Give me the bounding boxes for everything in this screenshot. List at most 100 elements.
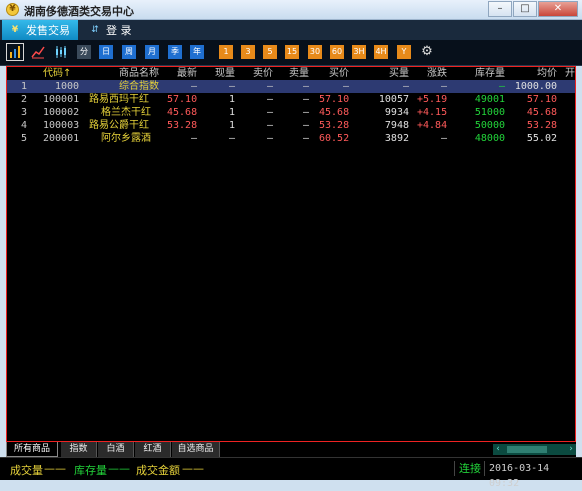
hour-button-3[interactable]: 3H: [352, 45, 366, 59]
minute-button-5[interactable]: 5: [263, 45, 277, 59]
bid-volume-cell: —: [402, 81, 409, 92]
tab-baijiu[interactable]: 白酒: [98, 442, 134, 457]
candlestick-button[interactable]: [54, 45, 68, 59]
minimize-button[interactable]: –: [488, 1, 512, 17]
hour-button-4[interactable]: 4H: [374, 45, 388, 59]
bar-chart-button[interactable]: [6, 43, 24, 61]
stock-cell: —: [498, 81, 505, 92]
tab-all-goods[interactable]: 所有商品: [6, 442, 58, 457]
ask-cell: —: [266, 120, 273, 131]
tab-label: 所有商品: [13, 444, 50, 454]
ask-cell: —: [266, 107, 273, 118]
volume-cell: —: [228, 133, 235, 144]
candlestick-icon: [56, 46, 66, 58]
col-bid[interactable]: 买价: [319, 67, 349, 80]
col-stock[interactable]: 库存量: [463, 67, 505, 80]
period-button-week[interactable]: 周: [122, 45, 136, 59]
col-name[interactable]: 商品名称: [119, 67, 159, 80]
scroll-right-icon[interactable]: ›: [566, 444, 576, 455]
col-ask[interactable]: 卖价: [245, 67, 273, 80]
minute-button-30[interactable]: 30: [308, 45, 322, 59]
period-button-year[interactable]: 年: [190, 45, 204, 59]
tab-trade[interactable]: ¥ 发售交易: [2, 20, 78, 40]
table-row[interactable]: 2 100001 路易西玛干红 57.10 1 — — 57.10 10057 …: [7, 93, 575, 106]
row-number: 5: [21, 133, 28, 144]
col-code[interactable]: 代码↑: [43, 67, 71, 80]
tab-index[interactable]: 指数: [61, 442, 97, 457]
horizontal-scrollbar[interactable]: ‹ ›: [493, 444, 576, 455]
bid-volume-cell: 3892: [384, 133, 409, 144]
minute-button-15[interactable]: 15: [285, 45, 299, 59]
minute-button-60[interactable]: 60: [330, 45, 344, 59]
bid-volume-cell: 7948: [384, 120, 409, 131]
row-number: 1: [21, 81, 28, 92]
change-cell: +4.15: [417, 107, 448, 118]
settings-button[interactable]: ⚙: [420, 45, 434, 59]
stock-cell: 48000: [474, 133, 505, 144]
datetime: 2016-03-14 09:32: [484, 461, 580, 489]
line-chart-icon: [31, 46, 45, 59]
period-label: 分: [80, 47, 88, 56]
ask-volume-cell: —: [302, 133, 309, 144]
title-bar: ¥ 湖南侈德酒类交易中心 – □ ✕: [0, 0, 582, 20]
row-number: 3: [21, 107, 28, 118]
minute-label: 3: [245, 47, 251, 56]
avg-cell: 45.68: [526, 107, 557, 118]
col-bid-volume[interactable]: 买量: [377, 67, 409, 80]
table-row[interactable]: 4 100003 路易公爵干红 53.28 1 — — 53.28 7948 +…: [7, 119, 575, 132]
stock-label: 库存量: [74, 464, 107, 477]
last-cell: 53.28: [167, 120, 198, 131]
gear-icon: ⚙: [421, 44, 433, 59]
code-cell: 200001: [43, 133, 80, 144]
table-header: 代码↑ 商品名称 最新 现量 卖价 卖量 买价 买量 涨跌 库存量 均价 开: [7, 67, 575, 80]
period-button-minute[interactable]: 分: [77, 45, 91, 59]
category-tabs: 所有商品 指数 白酒 红酒 自选商品 ‹ ›: [6, 442, 576, 457]
window-title: 湖南侈德酒类交易中心: [24, 5, 134, 18]
bar-chart-icon: [10, 46, 20, 58]
stock-cell: 51000: [474, 107, 505, 118]
stock-value: ——: [108, 462, 130, 475]
bid-volume-cell: 10057: [378, 94, 409, 105]
volume-cell: 1: [228, 120, 235, 131]
tab-red-wine[interactable]: 红酒: [135, 442, 171, 457]
row-number: 4: [21, 120, 28, 131]
code-cell: 100001: [43, 94, 80, 105]
period-button-month[interactable]: 月: [145, 45, 159, 59]
name-cell: 格兰杰干红: [101, 107, 151, 118]
period-label: 年: [193, 47, 201, 56]
scroll-thumb[interactable]: [507, 446, 547, 453]
table-row[interactable]: 5 200001 阿尔乡露酒 — — — — 60.52 3892 — 4800…: [7, 132, 575, 145]
period-button-day[interactable]: 日: [99, 45, 113, 59]
period-label: 日: [102, 47, 110, 56]
tab-favorites[interactable]: 自选商品: [172, 442, 220, 457]
col-ask-volume[interactable]: 卖量: [281, 67, 309, 80]
maximize-button[interactable]: □: [513, 1, 537, 17]
chart-toolbar: 分 日 周 月 季 年 1 3 5 15 30 60 3H 4H Y ⚙: [0, 40, 582, 66]
scroll-left-icon[interactable]: ‹: [493, 444, 503, 455]
minute-button-1[interactable]: 1: [219, 45, 233, 59]
period-label: 月: [148, 47, 156, 56]
volume-cell: 1: [228, 94, 235, 105]
last-cell: 45.68: [167, 107, 198, 118]
table-row[interactable]: 3 100002 格兰杰干红 45.68 1 — — 45.68 9934 +4…: [7, 106, 575, 119]
line-chart-button[interactable]: [31, 45, 45, 59]
minute-button-3[interactable]: 3: [241, 45, 255, 59]
col-avg[interactable]: 均价: [519, 67, 557, 80]
close-button[interactable]: ✕: [538, 1, 578, 17]
tab-login[interactable]: ⇵ 登 录: [90, 20, 131, 40]
period-button-season[interactable]: 季: [168, 45, 182, 59]
ask-volume-cell: —: [302, 107, 309, 118]
ask-cell: —: [266, 133, 273, 144]
bid-cell: 57.10: [319, 94, 350, 105]
col-open[interactable]: 开: [565, 67, 575, 80]
name-cell: 路易公爵干红: [89, 120, 149, 131]
col-volume[interactable]: 现量: [207, 67, 235, 80]
table-row[interactable]: 1 1000 综合指数 — — — — — — — — 1000.00: [7, 80, 575, 93]
year-button[interactable]: Y: [397, 45, 411, 59]
volume-label: 成交量: [10, 464, 43, 477]
col-last[interactable]: 最新: [167, 67, 197, 80]
minute-label: 1: [223, 47, 229, 56]
window-controls: – □ ✕: [487, 1, 578, 17]
tab-trade-label: 发售交易: [26, 24, 70, 37]
col-change[interactable]: 涨跌: [417, 67, 447, 80]
